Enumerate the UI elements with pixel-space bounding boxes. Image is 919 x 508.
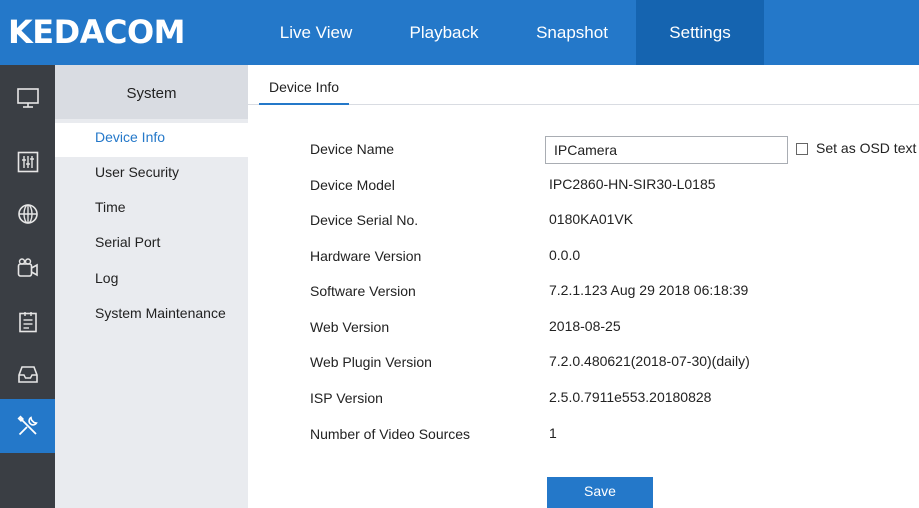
tab-settings[interactable]: Settings <box>636 0 764 65</box>
video-sources-label: Number of Video Sources <box>310 426 471 442</box>
osd-text-checkbox[interactable] <box>796 143 808 155</box>
device-name-label: Device Name <box>310 141 395 157</box>
osd-text-label: Set as OSD text <box>816 140 917 156</box>
system-sidebar: System Device Info User Security Time Se… <box>55 65 248 508</box>
sidebar-item-time[interactable]: Time <box>55 193 248 227</box>
top-bar: KEDACOM Live View Playback Snapshot Sett… <box>0 0 919 65</box>
isp-version-label: ISP Version <box>310 390 383 406</box>
web-plugin-version-value: 7.2.0.480621(2018-07-30)(daily) <box>549 353 750 369</box>
rail-item-monitor[interactable] <box>0 71 55 125</box>
tab-device-info[interactable]: Device Info <box>259 65 350 105</box>
sidebar-item-device-info[interactable]: Device Info <box>55 123 248 157</box>
device-model-value: IPC2860-HN-SIR30-L0185 <box>549 176 716 192</box>
web-version-label: Web Version <box>310 319 390 335</box>
settings-category-rail <box>0 65 55 508</box>
save-button[interactable]: Save <box>547 477 653 508</box>
video-sources-value: 1 <box>549 425 557 441</box>
rail-item-network[interactable] <box>0 187 55 241</box>
device-model-label: Device Model <box>310 177 395 193</box>
camera-icon <box>17 258 38 277</box>
sidebar-title: System <box>55 65 248 119</box>
device-serial-label: Device Serial No. <box>310 212 419 228</box>
web-version-value: 2018-08-25 <box>549 318 621 334</box>
tab-playback[interactable]: Playback <box>380 0 508 65</box>
tab-live-view[interactable]: Live View <box>252 0 380 65</box>
rail-item-event[interactable] <box>0 295 55 349</box>
software-version-value: 7.2.1.123 Aug 29 2018 06:18:39 <box>549 282 749 298</box>
tab-snapshot[interactable]: Snapshot <box>508 0 636 65</box>
sidebar-item-log[interactable]: Log <box>55 264 248 298</box>
tools-icon <box>17 415 38 436</box>
rail-item-system-tools[interactable] <box>0 399 55 453</box>
adjust-icon <box>17 151 38 173</box>
rail-item-camera[interactable] <box>0 241 55 295</box>
network-globe-icon <box>17 204 38 224</box>
hardware-version-value: 0.0.0 <box>549 247 581 263</box>
monitor-icon <box>16 88 39 108</box>
rail-item-storage[interactable] <box>0 347 55 401</box>
sidebar-item-user-security[interactable]: User Security <box>55 158 248 192</box>
web-plugin-version-label: Web Plugin Version <box>310 354 432 370</box>
rail-item-adjust[interactable] <box>0 135 55 189</box>
content-tab-bar: Device Info <box>248 65 919 105</box>
event-calendar-icon <box>18 312 37 333</box>
sidebar-item-serial-port[interactable]: Serial Port <box>55 228 248 262</box>
hardware-version-label: Hardware Version <box>310 248 422 264</box>
kedacom-logo: KEDACOM <box>8 13 186 51</box>
device-name-input[interactable] <box>545 136 788 164</box>
device-serial-value: 0180KA01VK <box>549 211 634 227</box>
isp-version-value: 2.5.0.7911e553.20180828 <box>549 389 712 405</box>
software-version-label: Software Version <box>310 283 416 299</box>
sidebar-item-system-maintenance[interactable]: System Maintenance <box>55 299 248 333</box>
storage-icon <box>17 366 38 383</box>
